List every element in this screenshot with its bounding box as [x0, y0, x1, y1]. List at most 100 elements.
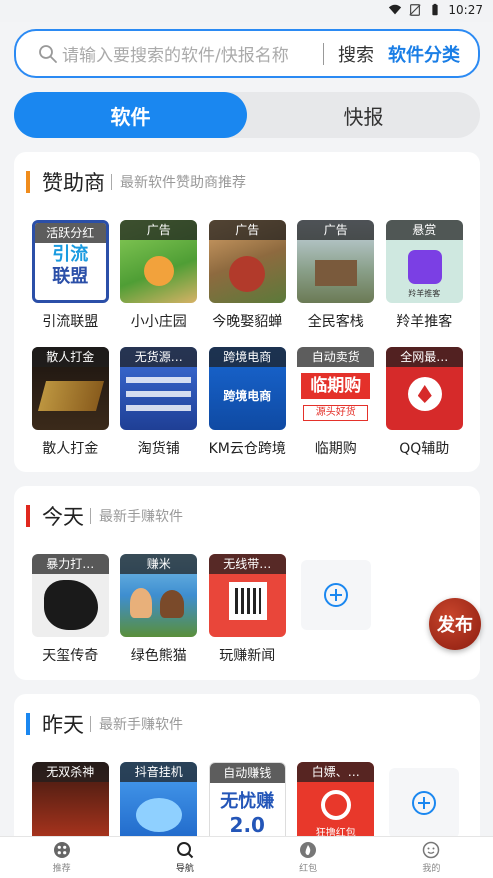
publish-button[interactable]: 发布	[429, 598, 481, 650]
section-title: 今天	[42, 505, 84, 529]
app-item[interactable]: 广告 全民客栈	[292, 220, 381, 331]
app-name: 引流联盟	[42, 314, 99, 330]
app-item[interactable]: 无双杀神	[26, 762, 115, 845]
category-button[interactable]: 软件分类	[388, 41, 460, 67]
app-thumbnail: 广告	[297, 220, 375, 303]
thumb-figure	[144, 256, 175, 286]
search-bar[interactable]: 请输入要搜索的软件/快报名称 搜索 软件分类	[14, 29, 480, 78]
title-separator	[90, 508, 91, 524]
status-bar: 10:27	[0, 0, 493, 22]
search-input[interactable]: 请输入要搜索的软件/快报名称	[62, 41, 315, 66]
app-item[interactable]: 广告 小小庄园	[115, 220, 204, 331]
yesterday-card: 昨天 最新手赚软件 无双杀神 抖音挂机 无忧赚 2.0 自动赚钱 狂撸红包 白嫖…	[14, 694, 480, 854]
thumb-figure	[160, 590, 185, 618]
app-tag: 跨境电商	[208, 347, 286, 367]
thumb-figure	[315, 260, 358, 286]
add-box	[300, 560, 371, 630]
app-name: 天玺传奇	[42, 648, 99, 664]
app-name: 绿色熊猫	[130, 648, 187, 664]
app-name: 玩赚新闻	[219, 648, 276, 664]
app-item[interactable]: 引流 联盟 活跃分红 引流联盟	[26, 220, 115, 331]
thumb-line	[126, 391, 192, 397]
thumb-figure	[37, 381, 104, 411]
app-name: 散人打金	[42, 441, 99, 457]
status-time: 10:27	[448, 3, 483, 17]
nav-redpacket[interactable]: 红包	[247, 837, 370, 878]
app-tag: 广告	[120, 220, 198, 240]
app-name: KM云仓跨境	[208, 441, 286, 457]
nav-navigation[interactable]: 导航	[123, 837, 246, 878]
app-tag: 散人打金	[31, 347, 109, 367]
plus-icon	[412, 791, 437, 815]
app-thumbnail: 狂撸红包 白嫖、…	[297, 762, 375, 845]
add-app-button[interactable]	[380, 762, 469, 845]
battery-icon	[432, 3, 439, 16]
title-separator	[111, 174, 112, 190]
app-item[interactable]: 暴力打… 天玺传奇	[26, 554, 115, 665]
app-tag: 抖音挂机	[120, 762, 198, 782]
sponsors-header: 赞助商 最新软件赞助商推荐	[26, 170, 246, 195]
thumb-figure	[43, 580, 98, 630]
thumb-figure	[407, 250, 442, 284]
app-item[interactable]: 抖音挂机	[115, 762, 204, 845]
today-card: 今天 最新手赚软件 暴力打… 天玺传奇 赚米 绿色熊猫 无线带… 玩赚新闻	[14, 486, 480, 680]
today-header: 今天 最新手赚软件	[26, 504, 183, 529]
app-name: 临期购	[314, 441, 357, 457]
app-thumbnail: 暴力打…	[31, 554, 109, 637]
app-tag: 全网最…	[385, 347, 463, 367]
nav-label: 导航	[175, 864, 194, 874]
app-item[interactable]: 跨境电商 跨境电商 KM云仓跨境	[203, 347, 292, 458]
section-accent-bar	[26, 713, 30, 735]
thumb-text: 羚羊推客	[408, 289, 441, 298]
app-item[interactable]: 赚米 绿色熊猫	[115, 554, 204, 665]
search-divider	[323, 42, 324, 65]
nav-recommend[interactable]: 推荐	[0, 837, 123, 878]
thumb-text: 无忧赚	[220, 791, 275, 812]
sponsors-grid: 引流 联盟 活跃分红 引流联盟 广告 小小庄园 广告 今晚娶貂蝉 广告 全民客栈…	[26, 220, 469, 458]
app-item[interactable]: 无货源… 淘货铺	[115, 347, 204, 458]
thumb-text: 引流	[52, 244, 89, 265]
app-name: 今晚娶貂蝉	[212, 314, 283, 330]
thumb-text: 源头好货	[303, 405, 369, 421]
app-item[interactable]: 羚羊推客 悬赏 羚羊推客	[380, 220, 469, 331]
thumb-figure	[136, 798, 183, 832]
app-tag: 无线带…	[208, 554, 286, 574]
plus-icon	[323, 583, 348, 607]
app-tag: 自动赚钱	[209, 763, 285, 783]
app-tag: 自动卖货	[297, 347, 375, 367]
tab-news[interactable]: 快报	[247, 92, 480, 138]
app-tag: 白嫖、…	[297, 762, 375, 782]
app-item[interactable]: 临期购 源头好货 自动卖货 临期购	[292, 347, 381, 458]
app-item[interactable]: 狂撸红包 白嫖、…	[292, 762, 381, 845]
app-item[interactable]: 全网最… QQ辅助	[380, 347, 469, 458]
section-accent-bar	[26, 171, 30, 193]
wifi-icon	[389, 4, 402, 15]
thumb-text: 联盟	[52, 266, 89, 287]
app-item[interactable]: 广告 今晚娶貂蝉	[203, 220, 292, 331]
section-title: 赞助商	[42, 171, 105, 195]
app-item[interactable]: 散人打金 散人打金	[26, 347, 115, 458]
nav-label: 红包	[299, 864, 318, 874]
section-accent-bar	[26, 505, 30, 527]
thumb-figure	[228, 256, 265, 292]
section-subtitle: 最新手赚软件	[99, 717, 183, 733]
nav-mine[interactable]: 我的	[370, 837, 493, 878]
thumb-figure	[130, 588, 153, 618]
app-item[interactable]: 无忧赚 2.0 自动赚钱	[203, 762, 292, 845]
app-thumbnail: 散人打金	[31, 347, 109, 430]
bottom-nav: 推荐 导航 红包 我的	[0, 836, 493, 878]
app-item[interactable]: 无线带… 玩赚新闻	[203, 554, 292, 665]
app-name: 羚羊推客	[396, 314, 453, 330]
search-button[interactable]: 搜索	[338, 41, 374, 67]
app-tag: 赚米	[120, 554, 198, 574]
nav-label: 推荐	[52, 864, 71, 874]
app-tag: 活跃分红	[34, 223, 106, 243]
today-grid: 暴力打… 天玺传奇 赚米 绿色熊猫 无线带… 玩赚新闻	[26, 554, 469, 665]
app-thumbnail: 跨境电商 跨境电商	[208, 347, 286, 430]
tab-software[interactable]: 软件	[14, 92, 247, 138]
app-tag: 暴力打…	[31, 554, 109, 574]
add-app-button[interactable]	[292, 554, 381, 665]
app-tag: 广告	[208, 220, 286, 240]
add-box	[389, 768, 460, 838]
tab-bar: 软件 快报	[14, 92, 480, 138]
